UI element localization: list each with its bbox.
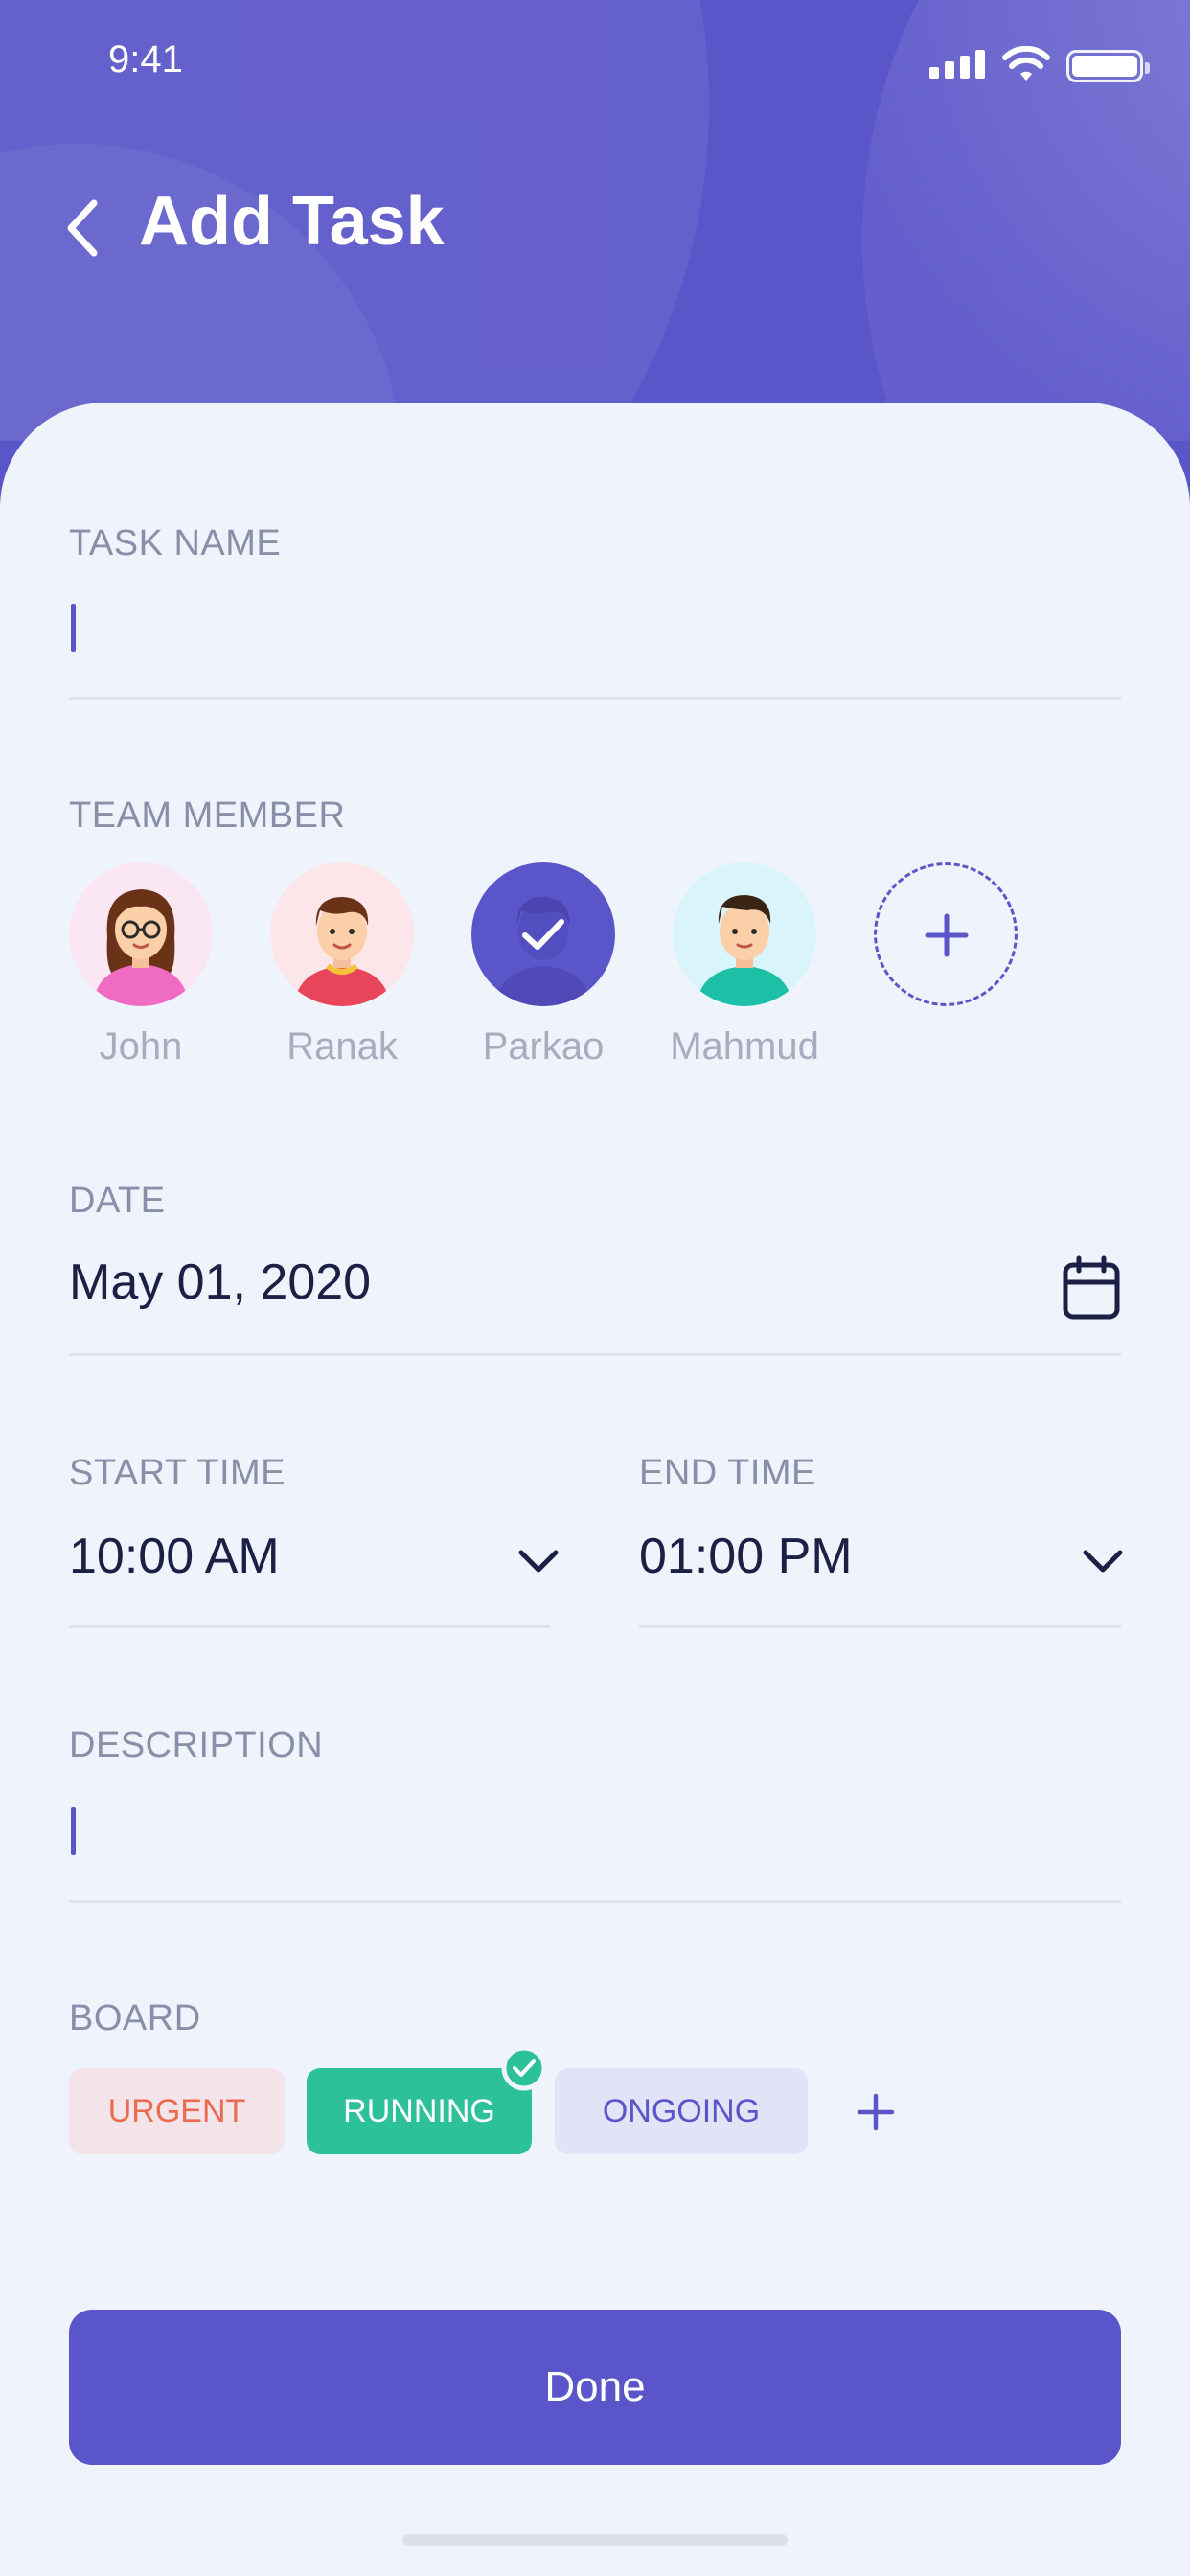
divider: [69, 1353, 1121, 1356]
member-name: Ranak: [286, 1025, 398, 1068]
status-bar: 9:41: [0, 0, 1190, 125]
description-label: DESCRIPTION: [69, 1725, 324, 1765]
avatar: [69, 862, 213, 1006]
member-parkao[interactable]: Parkao: [471, 862, 615, 1068]
member-name: Mahmud: [670, 1025, 819, 1068]
board-label: BOARD: [69, 1998, 201, 2038]
member-name: John: [99, 1025, 183, 1068]
divider: [69, 1900, 1121, 1903]
home-indicator: [402, 2534, 788, 2546]
plus-icon: [925, 913, 969, 957]
done-button-label: Done: [544, 2363, 646, 2410]
end-time-label: END TIME: [639, 1453, 816, 1493]
avatar: [673, 862, 816, 1006]
battery-icon: [1066, 50, 1150, 82]
start-time-label: START TIME: [69, 1453, 286, 1493]
end-time-value: 01:00 PM: [639, 1529, 853, 1584]
divider: [69, 697, 1121, 700]
text-cursor: [71, 1807, 76, 1855]
status-time: 9:41: [108, 38, 183, 80]
task-name-input[interactable]: [69, 585, 1121, 698]
description-input[interactable]: [69, 1788, 1121, 1901]
date-field[interactable]: May 01, 2020: [69, 1246, 1121, 1351]
wifi-icon: [1002, 46, 1050, 80]
avatar: [471, 862, 615, 1006]
back-arrow-icon[interactable]: [57, 192, 111, 264]
add-board-plus-icon[interactable]: [855, 2091, 897, 2133]
male-avatar-icon: [697, 895, 792, 1006]
member-mahmud[interactable]: Mahmud: [670, 862, 819, 1068]
page-title: Add Task: [139, 183, 445, 260]
date-value: May 01, 2020: [69, 1254, 372, 1310]
divider: [69, 1625, 550, 1628]
board-chip-urgent[interactable]: URGENT: [69, 2068, 285, 2154]
task-name-label: TASK NAME: [69, 523, 282, 564]
chevron-down-icon: [518, 1550, 559, 1573]
calendar-icon[interactable]: [1062, 1255, 1121, 1321]
chip-label: URGENT: [107, 2092, 246, 2129]
done-button[interactable]: Done: [69, 2310, 1121, 2465]
chip-label: ONGOING: [602, 2092, 761, 2129]
member-ranak[interactable]: Ranak: [270, 862, 414, 1068]
chevron-down-icon: [1083, 1550, 1123, 1573]
add-member-button[interactable]: [874, 862, 1018, 1006]
start-time-select[interactable]: 10:00 AM: [69, 1518, 559, 1623]
board-chip-ongoing[interactable]: ONGOING: [555, 2068, 808, 2154]
end-time-select[interactable]: 01:00 PM: [639, 1518, 1128, 1623]
member-john[interactable]: John: [69, 862, 213, 1068]
header: 9:41 Add Task: [0, 0, 1190, 441]
start-time-value: 10:00 AM: [69, 1529, 280, 1584]
female-avatar-icon: [93, 889, 189, 1006]
text-cursor: [71, 604, 76, 652]
avatar: [270, 862, 414, 1006]
checkmark-icon: [522, 919, 564, 950]
check-badge-icon: [501, 2045, 547, 2091]
male-avatar-icon: [294, 897, 390, 1006]
chip-label: RUNNING: [343, 2092, 495, 2129]
board-chip-running[interactable]: RUNNING: [307, 2045, 547, 2154]
team-member-label: TEAM MEMBER: [69, 795, 346, 836]
divider: [639, 1625, 1121, 1628]
cellular-signal-icon: [929, 50, 985, 79]
member-name: Parkao: [482, 1025, 605, 1068]
date-label: DATE: [69, 1181, 166, 1221]
